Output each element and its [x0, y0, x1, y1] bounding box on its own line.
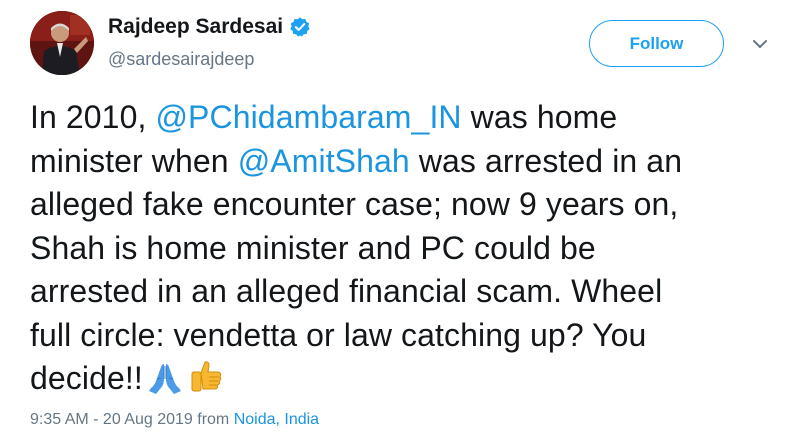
- tweet-text-segment: In 2010,: [30, 99, 156, 135]
- folded-hands-emoji-icon: [147, 361, 183, 407]
- tweet-line: arrested in an alleged financial scam. W…: [30, 273, 663, 309]
- tweet-line: decide!!: [30, 357, 792, 407]
- location-link[interactable]: Noida, India: [234, 411, 319, 428]
- tweet-text: In 2010, @PChidambaram_IN was home minis…: [30, 96, 792, 407]
- tweet-text-segment: was home: [461, 99, 618, 135]
- tweet-text-segment: minister when: [30, 142, 238, 179]
- mention-link[interactable]: @PChidambaram_IN: [155, 99, 461, 135]
- tweet-line: In 2010, @PChidambaram_IN was home: [30, 96, 792, 140]
- tweet-line: full circle: vendetta or law catching up…: [30, 316, 647, 353]
- avatar[interactable]: [30, 11, 94, 75]
- user-handle[interactable]: @sardesairajdeep: [108, 47, 254, 71]
- mention-link[interactable]: @AmitShah: [238, 143, 410, 179]
- tweet-line: alleged fake encounter case; now 9 years…: [30, 186, 679, 222]
- more-options-button[interactable]: [749, 36, 771, 52]
- from-word: from: [192, 411, 234, 428]
- tweet-text-segment: was arrested in an: [409, 142, 683, 179]
- tweet-line: Shah is home minister and PC could be: [30, 229, 596, 266]
- tweet-meta: 9:35 AM - 20 Aug 2019 from Noida, India: [30, 409, 319, 431]
- thumbs-up-emoji-icon: [187, 359, 223, 407]
- display-name-text[interactable]: Rajdeep Sardesai: [108, 13, 283, 41]
- tweet-text-segment: decide!!: [30, 360, 143, 396]
- verified-badge-icon: [289, 16, 311, 38]
- timestamp[interactable]: 9:35 AM - 20 Aug 2019: [30, 411, 193, 428]
- display-name[interactable]: Rajdeep Sardesai: [108, 13, 311, 41]
- avatar-image: [30, 11, 94, 75]
- follow-button[interactable]: Follow: [589, 20, 724, 67]
- tweet-line: minister when @AmitShah was arrested in …: [30, 140, 792, 184]
- tweet-card: Rajdeep Sardesai @sardesairajdeep Follow…: [0, 0, 800, 447]
- chevron-down-icon: [753, 40, 767, 48]
